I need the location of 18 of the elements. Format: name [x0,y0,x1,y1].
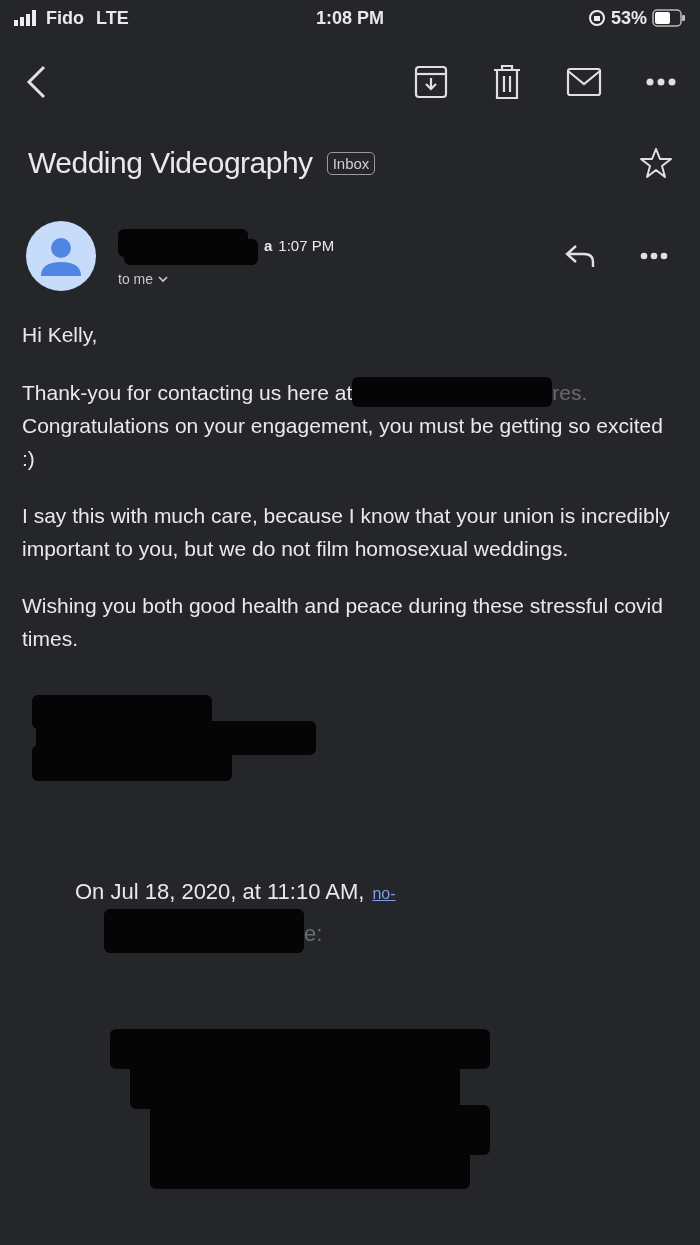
network-type: LTE [96,7,129,29]
body-text: res. [552,379,588,406]
sender-name: a [264,236,273,254]
clock-time: 1:08 PM [316,7,384,28]
quote-header: e: [304,921,323,947]
body-text: Thank-you for contacting us here at [22,379,353,406]
greeting-text: Hi Kelly, [22,322,99,348]
body-paragraph: I say this with much care, because I know that your union is incredibly important to you, but we do not film homosexual weddings. [22,503,671,562]
recipient-label[interactable]: to me [118,271,153,287]
quote-header: On Jul 18, 2020, at 11:10 AM, [75,879,365,905]
battery-percent: 53% [610,7,647,29]
carrier-name: Fido [46,7,84,29]
body-paragraph: Congratulations on your engagement, you must be getting so excited :) [22,413,664,472]
message-time: 1:07 PM [278,236,335,254]
email-subject: Wedding Videography [28,146,313,180]
inbox-label[interactable]: Inbox [326,151,376,175]
body-paragraph: Wishing you both good health and peace during these stressful covid times. [22,593,664,652]
sender-email-link[interactable]: no- [372,885,396,903]
